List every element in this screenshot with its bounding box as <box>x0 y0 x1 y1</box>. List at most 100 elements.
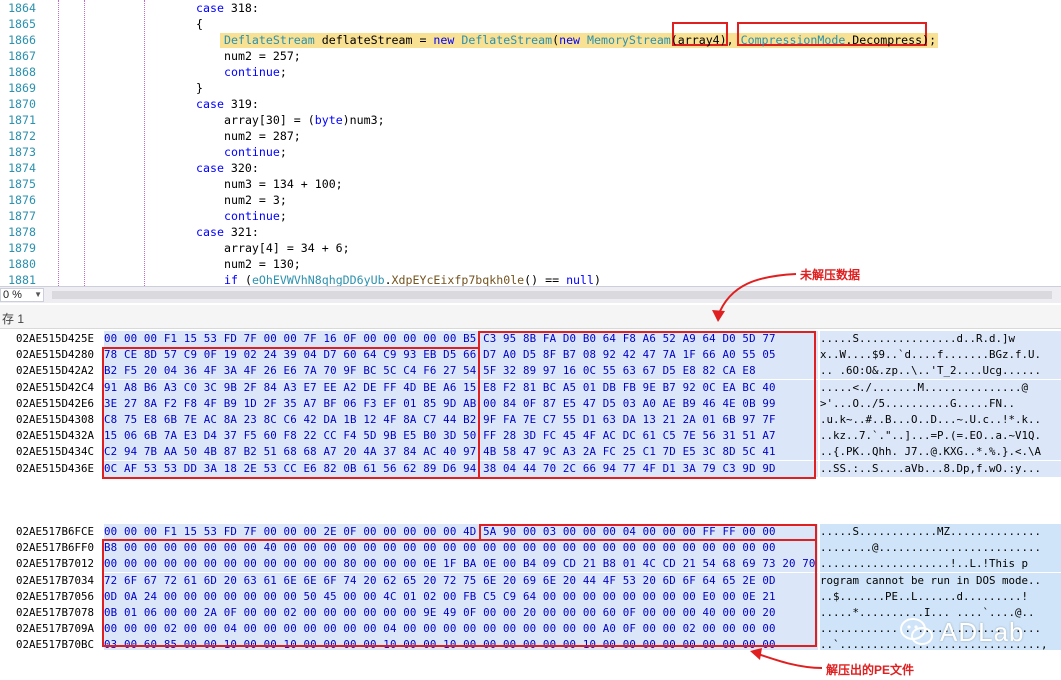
code-line: 1872 num2 = 287; <box>0 128 1061 144</box>
memory-row[interactable]: 02AE515D425E 00 00 00 F1 15 53 FD 7F 00 0… <box>0 331 1061 347</box>
memory-hex-bytes[interactable]: 0C AF 53 53 DD 3A 18 2E 53 CC E6 82 0B 6… <box>104 460 818 477</box>
memory-address: 02AE515D436E <box>16 461 95 475</box>
memory-address: 02AE517B709A <box>16 622 95 636</box>
line-number: 1865 <box>8 17 36 31</box>
memory-address: 02AE515D4280 <box>16 348 95 362</box>
code-text: array[30] = (byte)num3; <box>224 113 385 127</box>
memory-hex-bytes[interactable]: 00 00 00 02 00 00 04 00 00 00 00 00 00 0… <box>104 621 818 638</box>
memory-ascii[interactable]: .....<./.......M...............@ <box>820 379 1061 396</box>
memory-address: 02AE517B7034 <box>16 573 95 587</box>
code-text: continue; <box>224 209 287 223</box>
watermark-text: ADLab <box>940 616 1025 647</box>
code-text: num2 = 257; <box>224 49 301 63</box>
memory-row[interactable]: 02AE517B7012 00 00 00 00 00 00 00 00 00 0… <box>0 556 1061 573</box>
memory-ascii[interactable]: .....S............MZ.............. <box>820 524 1061 540</box>
line-number: 1866 <box>8 33 36 47</box>
line-number: 1880 <box>8 257 36 271</box>
memory-ascii[interactable]: >'...O../5..........G.....FN.. <box>820 395 1061 412</box>
line-number: 1878 <box>8 225 36 239</box>
memory-ascii[interactable]: ..SS.:..S....aVb...8.Dp,f.wO.:y... <box>820 460 1061 477</box>
memory-ascii[interactable]: ........@......................... <box>820 540 1061 557</box>
memory-hex-bytes[interactable]: 72 6F 67 72 61 6D 20 63 61 6E 6E 6F 74 2… <box>104 572 818 589</box>
code-text: num2 = 3; <box>224 193 287 207</box>
code-line: 1871 array[30] = (byte)num3; <box>0 112 1061 128</box>
memory-address: 02AE515D42A2 <box>16 364 95 378</box>
code-line: 1866 DeflateStream deflateStream = new De… <box>0 32 1061 48</box>
memory-hex-bytes[interactable]: 00 00 00 F1 15 53 FD 7F 00 00 7F 16 0F 0… <box>104 331 818 347</box>
memory-hex-bytes[interactable]: C2 94 7B AA 50 4B 87 B2 51 68 68 A7 20 4… <box>104 444 818 461</box>
memory-row[interactable]: 02AE517B7056 0D 0A 24 00 00 00 00 00 00 0… <box>0 588 1061 605</box>
memory-address: 02AE515D42C4 <box>16 380 95 394</box>
code-line: 1881 if (eOhEVWVhN8qhgDD6yUb.XdpEYcEixfp7… <box>0 272 1061 286</box>
memory-ascii[interactable]: ....................!..L.!This p <box>820 556 1061 573</box>
compressed-data-label: 未解压数据 <box>800 268 861 282</box>
code-line: 1864 case 318: <box>0 0 1061 16</box>
memory-ascii[interactable]: ..kz..7.`."..]...=P.(=.EO..a.~V1Q. <box>820 428 1061 445</box>
memory-row[interactable]: 02AE515D42E6 3E 27 8A F2 F8 4F B9 1D 2F 3… <box>0 395 1061 412</box>
memory-hex-bytes[interactable]: 0B 01 06 00 00 2A 0F 00 00 02 00 00 00 0… <box>104 605 818 621</box>
memory-row[interactable]: 02AE515D42C4 91 A8 B6 A3 C0 3C 9B 2F 84 A… <box>0 379 1061 396</box>
code-editor[interactable]: 1864 case 318: 1865 {1866 DeflateStream defl… <box>0 0 1061 286</box>
memory-ascii[interactable]: x..W....$9..`d....f.......BGz.f.U. <box>820 347 1061 364</box>
memory-hex-bytes[interactable]: 15 06 6B 7A E3 D4 37 F5 60 F8 22 CC F4 5… <box>104 428 818 445</box>
memory-hex-bytes[interactable]: 0D 0A 24 00 00 00 00 00 00 00 50 45 00 0… <box>104 588 818 605</box>
memory-ascii[interactable]: ..$.......PE..L......d.........! <box>820 588 1061 605</box>
memory-address: 02AE515D425E <box>16 332 95 345</box>
memory-address: 02AE517B7012 <box>16 557 95 571</box>
line-number: 1881 <box>8 273 36 286</box>
code-text: if (eOhEVWVhN8qhgDD6yUb.XdpEYcEixfp7bqkh… <box>224 273 601 286</box>
memory-row[interactable]: 02AE515D42A2 B2 F5 20 04 36 4F 3A 4F 26 E… <box>0 363 1061 380</box>
memory-row[interactable]: 02AE515D436E 0C AF 53 53 DD 3A 18 2E 53 C… <box>0 460 1061 477</box>
memory-hex-bytes[interactable]: 03 00 60 85 00 00 10 00 00 10 00 00 00 0… <box>104 637 818 650</box>
memory-hex-bytes[interactable]: 78 CE 8D 57 C9 0F 19 02 24 39 04 D7 60 6… <box>104 347 818 364</box>
memory-hex-bytes[interactable]: 3E 27 8A F2 F8 4F B9 1D 2F 35 A7 BF 06 F… <box>104 395 818 412</box>
line-number: 1869 <box>8 81 36 95</box>
memory-panel-title: 存 1 <box>2 312 25 326</box>
memory-hex-bytes[interactable]: C8 75 E8 6B 7E AC 8A 23 8C C6 42 DA 1B 1… <box>104 412 818 428</box>
code-text: num2 = 130; <box>224 257 301 271</box>
memory-hex-bytes[interactable]: B2 F5 20 04 36 4F 3A 4F 26 E6 7A 70 9F B… <box>104 363 818 380</box>
memory-block-compressed[interactable]: 02AE515D425E 00 00 00 F1 15 53 FD 7F 00 0… <box>0 331 1061 477</box>
pe-arrow <box>750 648 823 669</box>
code-text: array[4] = 34 + 6; <box>224 241 350 255</box>
code-line: 1880 num2 = 130; <box>0 256 1061 272</box>
code-line: 1873 continue; <box>0 144 1061 160</box>
compressed-arrow <box>712 273 797 322</box>
watermark: ADLab <box>900 614 1025 650</box>
memory-row[interactable]: 02AE517B6FF0 B8 00 00 00 00 00 00 00 40 0… <box>0 540 1061 557</box>
code-text: case 321: <box>196 225 259 239</box>
horizontal-scrollbar[interactable] <box>52 291 1052 299</box>
memory-row[interactable]: 02AE515D4280 78 CE 8D 57 C9 0F 19 02 24 3… <box>0 347 1061 364</box>
memory-address: 02AE515D42E6 <box>16 396 95 410</box>
line-number: 1875 <box>8 177 36 191</box>
code-text: case 318: <box>196 1 259 15</box>
code-line: 1877 continue; <box>0 208 1061 224</box>
pe-file-label: 解压出的PE文件 <box>826 663 915 677</box>
memory-hex-bytes[interactable]: 00 00 00 F1 15 53 FD 7F 00 00 00 2E 0F 0… <box>104 524 818 540</box>
memory-address: 02AE517B6FCE <box>16 525 95 538</box>
memory-hex-bytes[interactable]: B8 00 00 00 00 00 00 00 40 00 00 00 00 0… <box>104 540 818 557</box>
memory-row[interactable]: 02AE515D4308 C8 75 E8 6B 7E AC 8A 23 8C C… <box>0 412 1061 428</box>
line-number: 1868 <box>8 65 36 79</box>
code-line: 1874 case 320: <box>0 160 1061 176</box>
memory-row[interactable]: 02AE515D432A 15 06 6B 7A E3 D4 37 F5 60 F… <box>0 428 1061 445</box>
memory-ascii[interactable]: .. .6O:O&.zp..\..'T_2....Ucg...... <box>820 363 1061 380</box>
memory-row[interactable]: 02AE517B7034 72 6F 67 72 61 6D 20 63 61 6… <box>0 572 1061 589</box>
memory-hex-bytes[interactable]: 91 A8 B6 A3 C0 3C 9B 2F 84 A3 E7 EE A2 D… <box>104 379 818 396</box>
memory-ascii[interactable]: .u.k~..#..B...O..D...~.U.c..!*.k.. <box>820 412 1061 428</box>
code-text: continue; <box>224 145 287 159</box>
editor-status-bar: 0 % ▼ <box>0 286 1061 303</box>
memory-ascii[interactable]: ..{.PK..Qhh. J7..@.KXG..*.%.}.<.\A <box>820 444 1061 461</box>
code-text: num2 = 287; <box>224 129 301 143</box>
zoom-value: 0 % <box>3 289 22 301</box>
memory-ascii[interactable]: .....S...............d..R.d.]w <box>820 331 1061 347</box>
memory-ascii[interactable]: rogram cannot be run in DOS mode.. <box>820 572 1061 589</box>
memory-row[interactable]: 02AE515D434C C2 94 7B AA 50 4B 87 B2 51 6… <box>0 444 1061 461</box>
zoom-dropdown[interactable]: 0 % ▼ <box>0 288 44 302</box>
line-number: 1871 <box>8 113 36 127</box>
memory-address: 02AE515D4308 <box>16 413 95 426</box>
line-number: 1877 <box>8 209 36 223</box>
memory-hex-bytes[interactable]: 00 00 00 00 00 00 00 00 00 00 00 00 80 0… <box>104 556 818 573</box>
memory-row[interactable]: 02AE517B6FCE 00 00 00 F1 15 53 FD 7F 00 0… <box>0 524 1061 540</box>
memory-address: 02AE517B7078 <box>16 606 95 619</box>
